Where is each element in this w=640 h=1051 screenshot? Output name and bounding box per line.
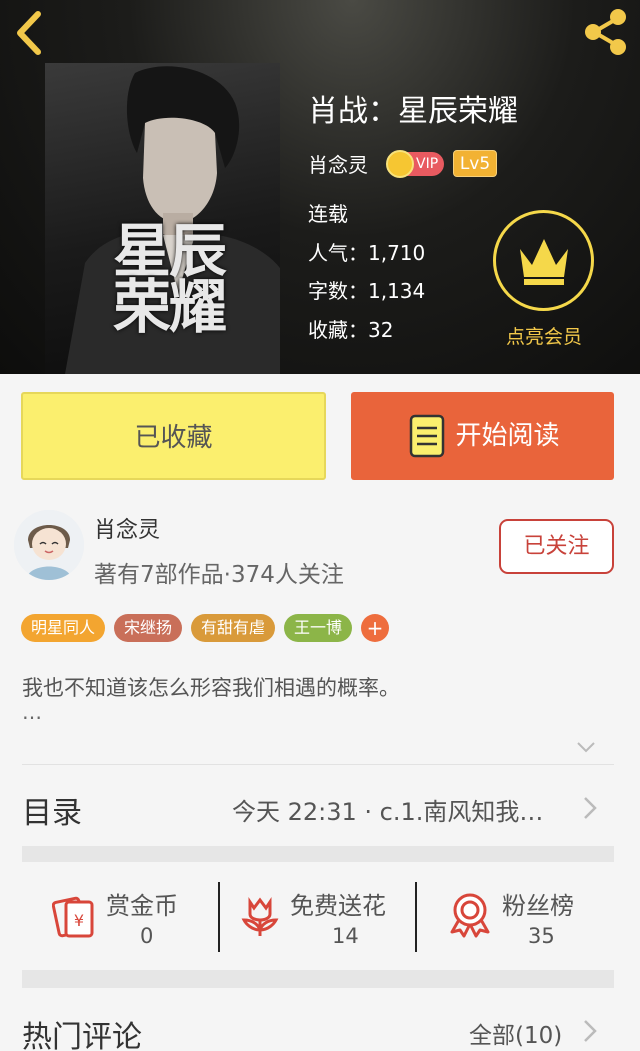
action-separator xyxy=(415,882,417,952)
toc-label[interactable]: 目录 xyxy=(22,788,82,832)
book-title: 肖战：星辰荣耀 xyxy=(308,94,518,129)
popularity-stat: 人气：1,710 xyxy=(308,241,426,265)
book-icon xyxy=(409,414,445,458)
tag-wang-yibo[interactable]: 王一博 xyxy=(284,614,353,642)
share-icon xyxy=(585,9,626,55)
hot-comments-label: 热门评论 xyxy=(22,1020,142,1051)
tag-list: 明星同人 宋继扬 有甜有虐 王一博 + xyxy=(21,614,390,642)
book-description: 我也不知道该怎么形容我们相遇的概率。 xyxy=(22,676,400,700)
add-tag-button[interactable]: + xyxy=(361,614,390,642)
crown-icon xyxy=(520,239,568,285)
book-header: 星辰荣耀 肖战：星辰荣耀 肖念灵 VIP Lv5 连载 人气：1,710 字数：… xyxy=(0,0,640,374)
ribbon-medal-icon xyxy=(450,893,490,938)
start-reading-label: 开始阅读 xyxy=(455,421,560,451)
crown-icon xyxy=(386,150,414,178)
latest-chapter[interactable]: 今天 22:31 · c.1.南风知我… xyxy=(232,792,543,827)
follow-button[interactable]: 已关注 xyxy=(499,519,614,574)
section-separator xyxy=(22,970,614,988)
action-separator xyxy=(218,882,220,952)
flower-icon xyxy=(241,897,279,936)
vip-member-label: 点亮会员 xyxy=(505,326,582,348)
chevron-right-icon[interactable] xyxy=(582,795,598,821)
red-envelope-icon: ¥ xyxy=(52,896,94,938)
all-comments-link[interactable]: 全部(10) xyxy=(469,1016,562,1050)
svg-text:¥: ¥ xyxy=(74,911,84,930)
start-reading-button[interactable]: 开始阅读 xyxy=(351,392,614,480)
chevron-left-icon xyxy=(17,11,41,55)
share-button[interactable] xyxy=(580,6,632,58)
vip-member-button[interactable] xyxy=(493,210,594,311)
book-author-name[interactable]: 肖念灵 xyxy=(308,152,368,178)
favorites-stat: 收藏：32 xyxy=(308,318,394,342)
cover-title-text: 星辰荣耀 xyxy=(113,217,227,341)
send-flowers-action[interactable]: 免费送花 14 xyxy=(238,880,408,954)
reward-coins-action[interactable]: ¥ 赏金币 0 xyxy=(48,880,208,954)
level-badge: Lv5 xyxy=(453,150,497,177)
fan-ranking-action[interactable]: 粉丝榜 35 xyxy=(448,880,598,954)
author-avatar[interactable] xyxy=(14,510,84,580)
avatar-illustration xyxy=(14,510,84,580)
chevron-right-icon[interactable] xyxy=(582,1018,598,1044)
word-count-stat: 字数：1,134 xyxy=(308,279,426,303)
book-status: 连载 xyxy=(308,202,348,226)
section-separator xyxy=(22,846,614,862)
author-meta: 著有7部作品·374人关注 xyxy=(94,562,344,588)
book-cover-image: 星辰荣耀 xyxy=(45,63,280,374)
author-name[interactable]: 肖念灵 xyxy=(94,512,160,544)
tag-star-fanfic[interactable]: 明星同人 xyxy=(21,614,106,642)
collected-button[interactable]: 已收藏 xyxy=(21,392,326,480)
divider xyxy=(22,764,614,765)
back-button[interactable] xyxy=(8,8,52,58)
tag-song-jiyang[interactable]: 宋继扬 xyxy=(114,614,183,642)
chevron-down-icon[interactable] xyxy=(576,737,596,757)
vip-badge: VIP xyxy=(386,150,444,178)
description-ellipsis: … xyxy=(22,700,42,724)
tag-sweet-and-angst[interactable]: 有甜有虐 xyxy=(191,614,276,642)
